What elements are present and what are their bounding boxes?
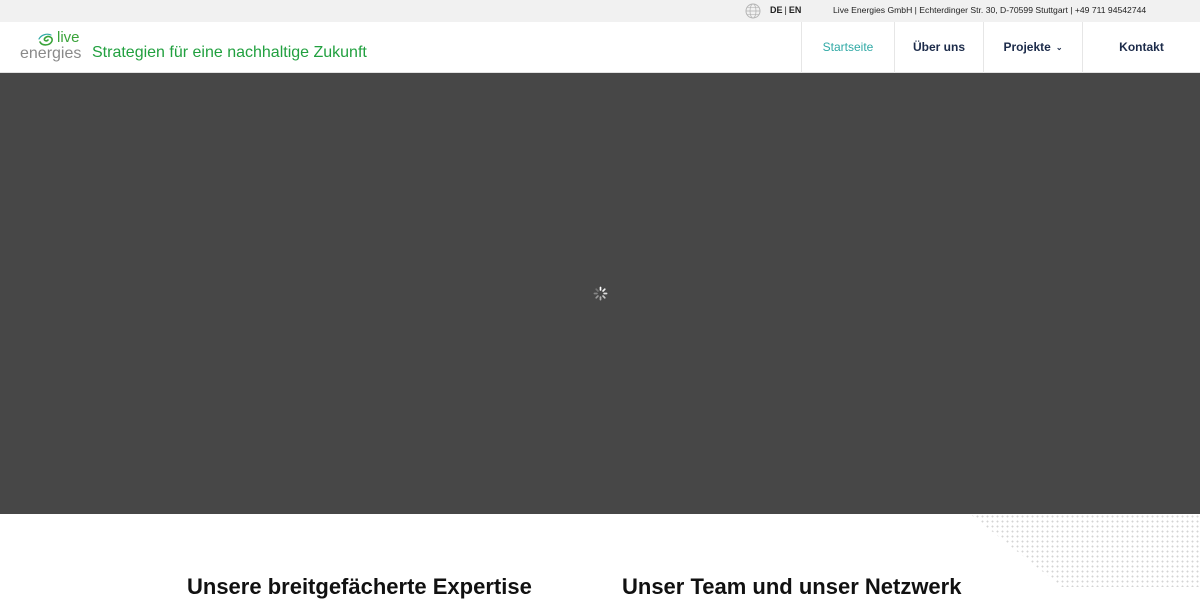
top-info-bar: DE | EN Live Energies GmbH | Echterdinger … [0,0,1200,22]
language-switcher: DE | EN [770,0,801,22]
nav-item-kontakt[interactable]: Kontakt [1082,22,1200,73]
nav-item-ueber-uns[interactable]: Über uns [894,22,983,73]
nav-item-label: Projekte [1003,40,1051,54]
company-contact-info: Live Energies GmbH | Echterdinger Str. 3… [833,5,1147,15]
nav-item-label: Über uns [912,40,965,54]
decorative-dot-pattern [970,514,1200,587]
spinner-icon [593,286,608,301]
nav-item-label: Kontakt [1119,40,1164,54]
main-navigation: Startseite Über uns Projekte ⌄ Kontakt [801,22,1200,73]
lang-en-link[interactable]: EN [789,5,802,15]
nav-item-projekte[interactable]: Projekte ⌄ [983,22,1082,73]
logo-live-text: live [57,29,80,46]
logo-energies-text: energies [20,45,82,62]
lang-separator: | [784,5,787,15]
site-header: live energies Strategien für eine nachha… [0,22,1200,73]
nav-item-label: Startseite [822,40,874,54]
section-title-expertise: Unsere breitgefächerte Expertise [187,574,532,599]
lang-de-link[interactable]: DE [770,5,783,15]
chevron-down-icon: ⌄ [1055,43,1063,52]
hero-slider [0,73,1200,514]
nav-item-startseite[interactable]: Startseite [801,22,894,73]
section-title-team: Unser Team und unser Netzwerk [622,574,962,599]
site-tagline: Strategien für eine nachhaltige Zukunft [92,44,367,61]
globe-icon [745,3,761,19]
live-energies-logo[interactable]: live energies [20,30,86,64]
